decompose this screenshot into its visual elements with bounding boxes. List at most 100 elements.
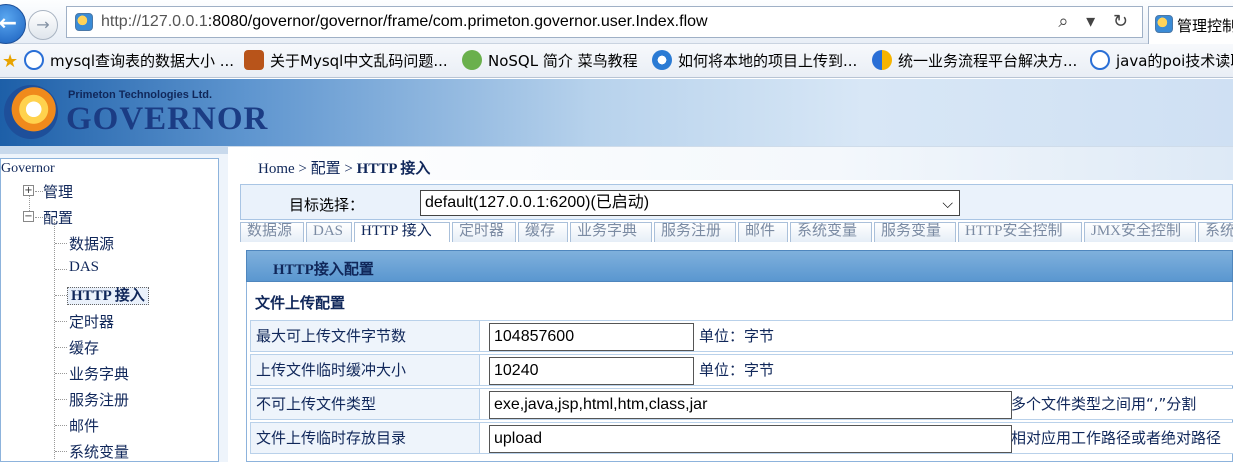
product-name: GOVERNOR — [66, 101, 269, 137]
field-note: 多个文件类型之间用“,”分割 — [1011, 395, 1197, 413]
tab-system[interactable]: 系统 — [1198, 222, 1233, 242]
tab-service-vars[interactable]: 服务变量 — [874, 222, 956, 242]
tree-line — [35, 217, 43, 218]
target-label: 目标选择： — [289, 196, 365, 214]
field-note: 单位：字节 — [699, 361, 775, 379]
tab-http-security[interactable]: HTTP安全控制 — [958, 222, 1082, 242]
back-button[interactable]: ← — [0, 4, 26, 44]
tree-leaf-http-access[interactable]: HTTP 接入 — [67, 284, 149, 305]
field-label: 不可上传文件类型 — [251, 389, 480, 419]
bookmark-3[interactable]: NoSQL 简介 菜鸟教程 — [462, 50, 638, 72]
config-title-bar: HTTP接入配置 — [246, 250, 1233, 282]
target-select[interactable]: default(127.0.0.1:6200)(已启动) ⌵ — [420, 190, 960, 216]
tree-line — [55, 373, 67, 374]
left-nav-panel: Governor + 管理 − 配置 数据源 DAS HTTP 接入 定时器 缓… — [0, 154, 228, 462]
bookmarks-bar: ★ mysql查询表的数据大小 ... 关于Mysql中文乱码问题... NoS… — [0, 44, 1233, 78]
bookmark-2[interactable]: 关于Mysql中文乱码问题... — [244, 50, 448, 72]
company-name: Primeton Technologies Ltd. — [68, 89, 213, 101]
tab-http-access[interactable]: HTTP 接入 — [354, 222, 450, 242]
bookmark-4[interactable]: 如何将本地的项目上传到... — [652, 50, 857, 72]
tab-das[interactable]: DAS — [306, 222, 352, 242]
tree-node-config[interactable]: 配置 — [43, 207, 73, 228]
tree-leaf-mail[interactable]: 邮件 — [69, 415, 99, 436]
main-content: Home > 配置 > HTTP 接入 目标选择： default(127.0.… — [228, 146, 1233, 462]
form-row-forbidden-types: 不可上传文件类型 exe,java,jsp,html,htm,class,jar… — [250, 388, 1233, 420]
tree-line — [55, 321, 67, 322]
tree-line — [55, 295, 67, 296]
max-upload-bytes-input[interactable]: 104857600 — [489, 323, 694, 351]
browser-address-bar: ← → http://127.0.0.1:8080/governor/gover… — [0, 0, 1233, 44]
breadcrumb-separator: > — [344, 161, 353, 177]
tree-line — [55, 347, 67, 348]
url-field[interactable]: http://127.0.0.1:8080/governor/governor/… — [66, 6, 1143, 38]
bookmark-site-icon — [462, 50, 482, 70]
search-refresh-icons[interactable]: ⌕ ▾ ↻ — [1058, 11, 1134, 32]
forbidden-types-input[interactable]: exe,java,jsp,html,htm,class,jar — [489, 391, 1012, 419]
tab-datasource[interactable]: 数据源 — [240, 222, 304, 242]
tree-leaf-cache[interactable]: 缓存 — [69, 337, 99, 358]
breadcrumb: Home > 配置 > HTTP 接入 — [258, 157, 430, 178]
tab-system-vars[interactable]: 系统变量 — [790, 222, 872, 242]
tab-mail[interactable]: 邮件 — [738, 222, 788, 242]
tree-line — [55, 269, 67, 270]
nav-tree: Governor + 管理 − 配置 数据源 DAS HTTP 接入 定时器 缓… — [0, 158, 219, 462]
tab-cache[interactable]: 缓存 — [518, 222, 568, 242]
tree-root-governor[interactable]: Governor — [1, 161, 55, 177]
config-title: HTTP接入配置 — [273, 262, 374, 278]
expand-plus-icon[interactable]: + — [23, 185, 34, 196]
form-row-max-upload-bytes: 最大可上传文件字节数 104857600 单位：字节 — [250, 320, 1233, 352]
tab-jmx-security[interactable]: JMX安全控制 — [1084, 222, 1196, 242]
tree-leaf-service-registry[interactable]: 服务注册 — [69, 389, 129, 410]
field-note: 相对应用工作路径或者绝对路径 — [1011, 429, 1222, 447]
target-select-value: default(127.0.0.1:6200)(已启动) — [425, 194, 650, 211]
breadcrumb-home[interactable]: Home — [258, 161, 295, 177]
tree-line — [55, 451, 67, 452]
tab-favicon-icon — [1155, 15, 1173, 33]
tree-line — [55, 399, 67, 400]
temp-dir-input[interactable]: upload — [489, 425, 1012, 453]
tree-node-manage[interactable]: 管理 — [43, 181, 73, 202]
site-favicon-icon — [75, 13, 93, 31]
primeton-logo-icon — [4, 85, 58, 139]
tree-line — [55, 243, 67, 244]
forward-button[interactable]: → — [28, 10, 58, 40]
buffer-size-input[interactable]: 10240 — [489, 357, 694, 385]
field-note: 单位：字节 — [699, 327, 775, 345]
tree-line — [35, 191, 43, 192]
chevron-down-icon[interactable]: ⌵ — [942, 191, 953, 215]
favorites-star-icon[interactable]: ★ — [2, 51, 18, 72]
tree-leaf-das[interactable]: DAS — [69, 259, 99, 276]
form-row-buffer-size: 上传文件临时缓冲大小 10240 单位：字节 — [250, 354, 1233, 386]
ie-page-icon — [652, 50, 672, 70]
breadcrumb-separator: > — [298, 161, 307, 177]
tree-leaf-system-vars[interactable]: 系统变量 — [69, 441, 129, 462]
breadcrumb-config[interactable]: 配置 — [311, 161, 341, 177]
bookmark-1[interactable]: mysql查询表的数据大小 ... — [24, 50, 234, 72]
tab-service-registry[interactable]: 服务注册 — [654, 222, 736, 242]
field-label: 文件上传临时存放目录 — [251, 423, 480, 453]
breadcrumb-bar: Home > 配置 > HTTP 接入 — [228, 146, 1233, 180]
bookmark-6[interactable]: java的poi技术读取 — [1090, 50, 1233, 72]
tab-business-dict[interactable]: 业务字典 — [570, 222, 652, 242]
section-title: 文件上传配置 — [255, 294, 346, 312]
bookmark-site-icon — [244, 50, 264, 70]
url-text: http://127.0.0.1:8080/governor/governor/… — [101, 13, 708, 30]
upload-config-form: 文件上传配置 最大可上传文件字节数 104857600 单位：字节 上传文件临时… — [246, 282, 1233, 462]
tree-leaf-datasource[interactable]: 数据源 — [69, 233, 114, 254]
bookmark-5[interactable]: 统一业务流程平台解决方... — [872, 50, 1077, 72]
tab-title: 管理控制台 — [1177, 17, 1233, 35]
tree-leaf-business-dict[interactable]: 业务字典 — [69, 363, 129, 384]
bookmark-site-icon — [1090, 50, 1110, 70]
field-label: 最大可上传文件字节数 — [251, 321, 480, 351]
config-tabs: 数据源 DAS HTTP 接入 定时器 缓存 业务字典 服务注册 邮件 系统变量… — [240, 222, 1233, 242]
tree-leaf-timer[interactable]: 定时器 — [69, 311, 114, 332]
collapse-minus-icon[interactable]: − — [23, 211, 34, 222]
field-label: 上传文件临时缓冲大小 — [251, 355, 480, 385]
target-selection-row: 目标选择： default(127.0.0.1:6200)(已启动) ⌵ — [240, 184, 1233, 220]
app-header: Primeton Technologies Ltd. GOVERNOR — [0, 79, 1233, 146]
tab-timer[interactable]: 定时器 — [452, 222, 516, 242]
bookmark-site-icon — [24, 50, 44, 70]
browser-tab[interactable]: 管理控制台 — [1148, 6, 1233, 44]
tree-line — [55, 425, 67, 426]
form-row-temp-dir: 文件上传临时存放目录 upload 相对应用工作路径或者绝对路径 — [250, 422, 1233, 454]
